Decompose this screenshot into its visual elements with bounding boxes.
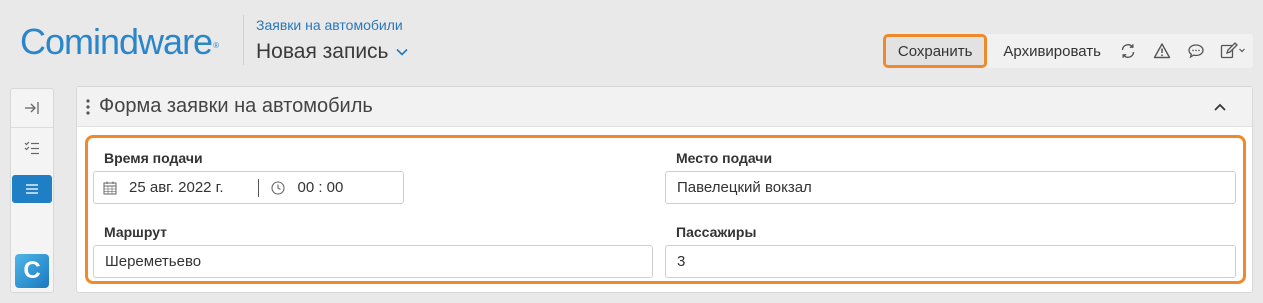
form-fields-group: Время подачи 25 авг. 2022 г. 00 : 00 Мес… bbox=[85, 135, 1246, 284]
pickup-place-field[interactable]: Павелецкий вокзал bbox=[665, 171, 1236, 204]
route-label: Маршрут bbox=[104, 224, 168, 240]
page-title: Новая запись bbox=[256, 40, 389, 63]
warning-icon[interactable] bbox=[1145, 34, 1179, 68]
archive-button[interactable]: Архивировать bbox=[993, 34, 1111, 68]
comindware-logo: Comindware® bbox=[20, 21, 219, 62]
route-field[interactable]: Шереметьево bbox=[93, 245, 653, 278]
collapse-panel-icon[interactable] bbox=[11, 93, 53, 123]
edit-icon[interactable] bbox=[1213, 34, 1253, 68]
comment-icon[interactable] bbox=[1179, 34, 1213, 68]
list-icon[interactable] bbox=[12, 175, 52, 203]
refresh-icon[interactable] bbox=[1111, 34, 1145, 68]
drag-handle-icon[interactable] bbox=[86, 99, 90, 115]
pickup-place-label: Место подачи bbox=[676, 150, 773, 166]
form-title: Форма заявки на автомобиль bbox=[99, 95, 373, 117]
sidebar-divider bbox=[11, 127, 53, 128]
clock-icon bbox=[271, 180, 286, 195]
header-divider bbox=[243, 15, 244, 65]
save-button[interactable]: Сохранить bbox=[882, 34, 988, 68]
toolbar: Сохранить Архивировать bbox=[882, 34, 1253, 68]
chevron-up-icon[interactable] bbox=[1212, 99, 1228, 115]
pickup-time-value[interactable]: 00 : 00 bbox=[297, 179, 343, 196]
record-title-dropdown[interactable]: Новая запись bbox=[256, 40, 409, 64]
left-sidebar: C bbox=[10, 88, 54, 293]
pickup-time-field[interactable]: 25 авг. 2022 г. 00 : 00 bbox=[93, 171, 404, 204]
form-panel: Форма заявки на автомобиль Время подачи … bbox=[76, 86, 1253, 293]
registered-mark: ® bbox=[213, 41, 219, 50]
chevron-down-icon bbox=[395, 48, 408, 56]
checklist-icon[interactable] bbox=[11, 133, 53, 163]
pickup-date-value[interactable]: 25 авг. 2022 г. bbox=[129, 179, 223, 196]
app-switcher-logo[interactable]: C bbox=[15, 254, 49, 288]
calendar-icon bbox=[103, 181, 117, 194]
pickup-time-label: Время подачи bbox=[104, 150, 203, 166]
breadcrumb[interactable]: Заявки на автомобили bbox=[256, 17, 403, 33]
date-time-separator bbox=[258, 178, 260, 197]
passengers-label: Пассажиры bbox=[676, 224, 757, 240]
passengers-field[interactable]: 3 bbox=[665, 245, 1236, 278]
logo-text: Comindware bbox=[20, 21, 213, 62]
form-header: Форма заявки на автомобиль bbox=[77, 87, 1252, 127]
